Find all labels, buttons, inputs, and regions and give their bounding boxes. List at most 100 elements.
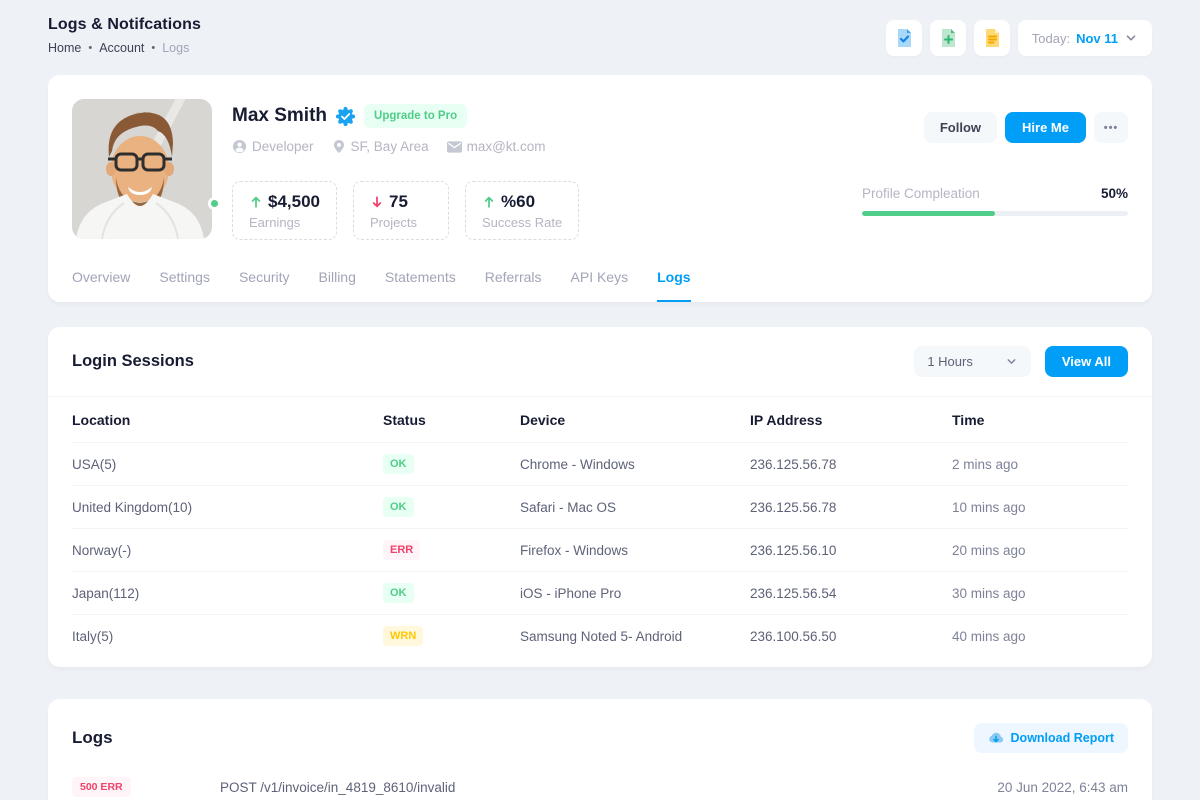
login-sessions-title: Login Sessions — [72, 352, 194, 371]
table-row: United Kingdom(10) OK Safari - Mac OS 23… — [72, 486, 1128, 529]
tab-security[interactable]: Security — [239, 269, 290, 302]
view-all-button[interactable]: View All — [1045, 346, 1128, 377]
table-row: Norway(-) ERR Firefox - Windows 236.125.… — [72, 529, 1128, 572]
profile-completion: Profile Compleation 50% — [862, 186, 1128, 216]
completion-progress-track — [862, 211, 1128, 216]
cell-location: USA(5) — [72, 457, 383, 472]
status-badge: OK — [383, 454, 414, 474]
cell-location: Italy(5) — [72, 629, 383, 644]
file-plus-icon — [938, 28, 958, 48]
profile-card: Max Smith Upgrade to Pro — [48, 75, 1152, 302]
cell-time: 10 mins ago — [952, 500, 1128, 515]
profile-info: Max Smith Upgrade to Pro — [232, 99, 862, 240]
toolbar-left: Logs & Notifcations Home • Account • Log… — [48, 16, 201, 55]
tab-billing[interactable]: Billing — [319, 269, 356, 302]
cell-device: iOS - iPhone Pro — [520, 586, 750, 601]
avatar-image — [72, 99, 212, 239]
log-status-badge: 500 ERR — [72, 777, 131, 797]
cloud-download-icon — [988, 731, 1004, 745]
column-header-device: Device — [520, 412, 750, 428]
arrow-up-icon — [482, 195, 496, 209]
arrow-down-icon — [370, 195, 384, 209]
hours-filter-value: 1 Hours — [927, 354, 973, 369]
cell-device: Safari - Mac OS — [520, 500, 750, 515]
date-selector[interactable]: Today: Nov 11 — [1018, 20, 1152, 56]
file-check-button[interactable] — [886, 20, 922, 56]
logs-card: Logs Download Report 500 ERR POST /v1/in… — [48, 699, 1152, 800]
cell-ip: 236.125.56.78 — [750, 500, 952, 515]
breadcrumb-current: Logs — [162, 41, 189, 55]
profile-tabs: Overview Settings Security Billing State… — [72, 269, 1128, 302]
column-header-time: Time — [952, 412, 1128, 428]
location-pin-icon — [332, 139, 346, 154]
page-title: Logs & Notifcations — [48, 16, 201, 34]
tab-overview[interactable]: Overview — [72, 269, 130, 302]
table-header-row: Location Status Device IP Address Time — [72, 397, 1128, 443]
toolbar: Logs & Notifcations Home • Account • Log… — [0, 0, 1200, 56]
table-row: Italy(5) WRN Samsung Noted 5- Android 23… — [72, 615, 1128, 657]
cell-time: 30 mins ago — [952, 586, 1128, 601]
cell-time: 20 mins ago — [952, 543, 1128, 558]
toolbar-actions: Today: Nov 11 — [886, 20, 1152, 56]
tab-settings[interactable]: Settings — [159, 269, 210, 302]
verified-badge-icon — [336, 107, 355, 126]
stat-value: $4,500 — [268, 192, 320, 212]
tab-api-keys[interactable]: API Keys — [571, 269, 629, 302]
stat-projects: 75 Projects — [353, 181, 449, 240]
stat-label: Success Rate — [482, 215, 562, 230]
stat-label: Projects — [370, 215, 432, 230]
table-row: USA(5) OK Chrome - Windows 236.125.56.78… — [72, 443, 1128, 486]
stat-success-rate: %60 Success Rate — [465, 181, 579, 240]
chevron-down-icon — [1005, 355, 1018, 368]
file-lines-button[interactable] — [974, 20, 1010, 56]
table-row: Japan(112) OK iOS - iPhone Pro 236.125.5… — [72, 572, 1128, 615]
more-options-button[interactable]: ••• — [1094, 112, 1128, 143]
cell-time: 40 mins ago — [952, 629, 1128, 644]
cell-device: Samsung Noted 5- Android — [520, 629, 750, 644]
cell-ip: 236.125.56.10 — [750, 543, 952, 558]
profile-right: Follow Hire Me ••• Profile Compleation 5… — [862, 99, 1128, 240]
log-row: 500 ERR POST /v1/invoice/in_4819_8610/in… — [48, 767, 1152, 797]
cell-location: Japan(112) — [72, 586, 383, 601]
stat-earnings: $4,500 Earnings — [232, 181, 337, 240]
breadcrumb: Home • Account • Logs — [48, 41, 201, 55]
column-header-status: Status — [383, 412, 520, 428]
hours-filter-select[interactable]: 1 Hours — [914, 346, 1031, 377]
chevron-down-icon — [1124, 31, 1138, 45]
logs-title: Logs — [72, 728, 113, 748]
tab-referrals[interactable]: Referrals — [485, 269, 542, 302]
tab-statements[interactable]: Statements — [385, 269, 456, 302]
stat-value: %60 — [501, 192, 535, 212]
completion-value: 50% — [1101, 186, 1128, 201]
status-badge: OK — [383, 583, 414, 603]
user-icon — [232, 139, 247, 154]
cell-location: United Kingdom(10) — [72, 500, 383, 515]
log-path: POST /v1/invoice/in_4819_8610/invalid — [220, 780, 997, 795]
mail-icon — [447, 141, 462, 153]
cell-location: Norway(-) — [72, 543, 383, 558]
file-plus-button[interactable] — [930, 20, 966, 56]
profile-stats: $4,500 Earnings 75 Projects %60 — [232, 181, 862, 240]
stat-value: 75 — [389, 192, 408, 212]
breadcrumb-account[interactable]: Account — [99, 41, 144, 55]
file-check-icon — [894, 28, 914, 48]
date-label: Today: — [1032, 31, 1070, 46]
log-date: 20 Jun 2022, 6:43 am — [997, 780, 1128, 795]
upgrade-to-pro-badge[interactable]: Upgrade to Pro — [364, 104, 467, 128]
stat-label: Earnings — [249, 215, 320, 230]
profile-location: SF, Bay Area — [332, 139, 429, 154]
profile-email: max@kt.com — [447, 139, 546, 154]
date-value: Nov 11 — [1076, 31, 1118, 46]
cell-ip: 236.125.56.54 — [750, 586, 952, 601]
tab-logs[interactable]: Logs — [657, 269, 690, 302]
download-report-button[interactable]: Download Report — [974, 723, 1128, 753]
online-status-dot — [208, 197, 221, 210]
cell-ip: 236.100.56.50 — [750, 629, 952, 644]
login-sessions-card: Login Sessions 1 Hours View All Location… — [48, 327, 1152, 667]
cell-device: Chrome - Windows — [520, 457, 750, 472]
hire-me-button[interactable]: Hire Me — [1005, 112, 1086, 143]
breadcrumb-separator: • — [151, 43, 155, 54]
breadcrumb-home[interactable]: Home — [48, 41, 81, 55]
follow-button[interactable]: Follow — [924, 112, 997, 143]
status-badge: ERR — [383, 540, 420, 560]
